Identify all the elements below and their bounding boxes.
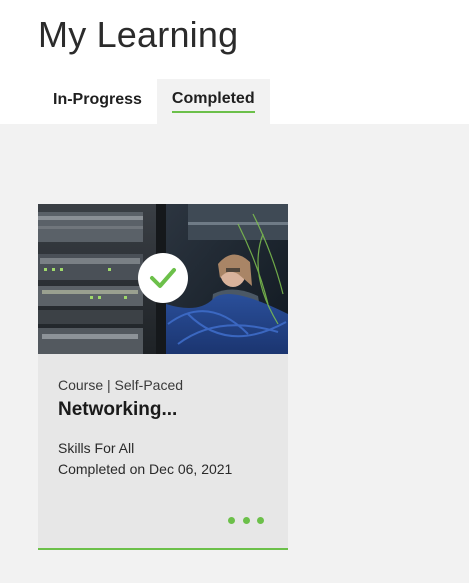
tab-in-progress-label: In-Progress (53, 91, 142, 108)
tab-in-progress[interactable]: In-Progress (38, 79, 157, 124)
tab-completed-label: Completed (171, 90, 255, 113)
header: My Learning In-Progress Completed (0, 0, 469, 124)
more-dots-icon (242, 516, 250, 524)
page-title: My Learning (38, 14, 239, 55)
check-circle-icon (138, 253, 188, 303)
course-type: Course | Self-Paced (58, 377, 184, 393)
content-area: Course | Self-Paced Networking... Skills… (0, 124, 469, 583)
course-provider: Skills For All (58, 440, 135, 456)
checkmark-icon (150, 268, 176, 288)
course-thumbnail (38, 204, 288, 354)
course-title[interactable]: Networking... (58, 399, 177, 421)
more-dots-icon (257, 516, 264, 524)
tab-completed[interactable]: Completed (156, 79, 270, 124)
course-card[interactable]: Course | Self-Paced Networking... Skills… (38, 204, 288, 550)
more-dots-icon (228, 516, 235, 524)
more-options-button[interactable] (228, 512, 264, 528)
completion-date: Completed on Dec 06, 2021 (58, 461, 233, 477)
tab-bar: In-Progress Completed (38, 79, 270, 124)
